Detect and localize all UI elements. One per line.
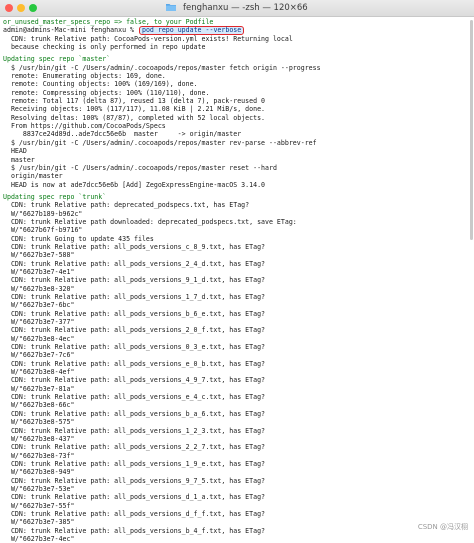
output-line: remote: Compressing objects: 100% (110/1… xyxy=(3,88,210,97)
output-line: Resolving deltas: 100% (87/87), complete… xyxy=(3,113,266,122)
output-line: $ /usr/bin/git -C /Users/admin/.cocoapod… xyxy=(3,63,321,72)
output-line: HEAD xyxy=(3,147,27,156)
output-line: From https://github.com/CocoaPods/Specs xyxy=(3,122,166,131)
output-line: W/"6627b3e7-53e" xyxy=(3,484,75,493)
output-line: W/"6627b3e8-949" xyxy=(3,468,75,477)
output-line: W/"6627b3e7-81a" xyxy=(3,384,75,393)
scrollbar[interactable] xyxy=(470,20,473,240)
output-line: remote: Enumerating objects: 169, done. xyxy=(3,72,166,81)
output-line: W/"6627b189-b962c" xyxy=(3,209,83,218)
section-heading-master: Updating spec repo `master` xyxy=(3,55,111,64)
output-line: W/"6627b3e7-55f" xyxy=(3,501,75,510)
output-line: W/"6627b3e8-4ef" xyxy=(3,368,75,377)
output-line: CDN: trunk Relative path downloaded: dep… xyxy=(3,217,297,226)
output-line: CDN: trunk Relative path: all_pods_versi… xyxy=(3,276,266,285)
output-line: $ /usr/bin/git -C /Users/admin/.cocoapod… xyxy=(3,138,317,147)
output-line: Receiving objects: 100% (117/117), 11.08… xyxy=(3,105,266,114)
output-line: W/"6627b3e8-73f" xyxy=(3,451,75,460)
output-line: $ /usr/bin/git -C /Users/admin/.cocoapod… xyxy=(3,163,277,172)
output-line: CDN: trunk Relative path: deprecated_pod… xyxy=(3,201,250,210)
terminal-output[interactable]: or_unused_master_specs_repo => false, to… xyxy=(0,17,474,543)
output-line: CDN: trunk Going to update 435 files xyxy=(3,234,154,243)
output-line: CDN: trunk Relative path: all_pods_versi… xyxy=(3,293,266,301)
output-line: W/"6627b3e8-66c" xyxy=(3,401,75,410)
output-line: W/"6627b3e7-385" xyxy=(3,518,75,527)
watermark: CSDN @冯汉栩 xyxy=(417,523,468,531)
output-line: W/"6627b3e8-437" xyxy=(3,434,75,443)
output-line: CDN: trunk Relative path: all_pods_versi… xyxy=(3,493,266,502)
output-line: W/"6627b3e8-320" xyxy=(3,284,75,293)
output-line: W/"6627b3e8-4ec" xyxy=(3,334,75,343)
output-line: CDN: trunk Relative path: all_pods_versi… xyxy=(3,343,266,352)
output-line: W/"6627b3e7-7c6" xyxy=(3,351,75,360)
output-line: W/"6627b3e7-6bc" xyxy=(3,301,75,310)
output-line: CDN: trunk Relative path: all_pods_versi… xyxy=(3,309,266,318)
output-line: CDN: trunk Relative path: all_pods_versi… xyxy=(3,409,266,418)
output-line: 8837ce24d89d..ade7dcc56e6b master -> ori… xyxy=(3,130,242,139)
previous-output-line: or_unused_master_specs_repo => false, to… xyxy=(3,18,214,26)
output-line: CDN: trunk Relative path: all_pods_versi… xyxy=(3,509,266,518)
folder-icon xyxy=(166,4,177,11)
output-line: CDN: trunk Relative path: all_pods_versi… xyxy=(3,359,266,368)
terminal-window: fenghanxu — -zsh — 120×66 or_unused_mast… xyxy=(0,0,474,543)
title-bar: fenghanxu — -zsh — 120×66 xyxy=(0,0,474,17)
output-line: W/"6627b3e7-4e1" xyxy=(3,267,75,276)
section-heading-trunk: Updating spec repo `trunk` xyxy=(3,192,107,201)
output-line: master xyxy=(3,155,35,164)
shell-prompt: admin@admins-Mac-mini fenghanxu % xyxy=(3,26,138,35)
output-line: CDN: trunk Relative path: all_pods_versi… xyxy=(3,242,266,251)
output-line: CDN: trunk Relative path: all_pods_versi… xyxy=(3,376,266,385)
output-line: CDN: trunk Relative path: all_pods_versi… xyxy=(3,259,266,268)
output-line: W/"6627b3e7-377" xyxy=(3,318,75,327)
command-line: admin@admins-Mac-mini fenghanxu % pod re… xyxy=(3,26,474,35)
output-line: CDN: trunk Relative path: CocoaPods-vers… xyxy=(3,34,293,43)
highlighted-command: pod repo update --verbose xyxy=(138,26,245,35)
output-line: W/"6627b67f-b9716" xyxy=(3,226,83,235)
output-line: CDN: trunk Relative path: all_pods_versi… xyxy=(3,476,266,485)
output-line: CDN: trunk Relative path: all_pods_versi… xyxy=(3,393,266,402)
window-title-area: fenghanxu — -zsh — 120×66 xyxy=(0,2,474,14)
output-line: CDN: trunk Relative path: all_pods_versi… xyxy=(3,326,266,335)
master-update-block: $ /usr/bin/git -C /Users/admin/.cocoapod… xyxy=(3,64,474,189)
output-line: remote: Counting objects: 100% (169/169)… xyxy=(3,80,198,89)
output-line: CDN: trunk Relative path: all_pods_versi… xyxy=(3,443,266,452)
output-line: CDN: trunk Relative path: all_pods_versi… xyxy=(3,426,266,435)
output-line: CDN: trunk Relative path: all_pods_versi… xyxy=(3,459,266,468)
output-line: HEAD is now at ade7dcc56e6b [Add] ZegoEx… xyxy=(3,180,266,189)
output-line: remote: Total 117 (delta 87), reused 13 … xyxy=(3,97,266,106)
trunk-update-block: CDN: trunk Relative path: deprecated_pod… xyxy=(3,201,474,543)
output-line: W/"6627b3e7-588" xyxy=(3,251,75,260)
output-line: W/"6627b3e7-4ec" xyxy=(3,534,75,543)
output-line: origin/master xyxy=(3,172,63,181)
output-line: because checking is only performed in re… xyxy=(3,43,206,52)
window-title: fenghanxu — -zsh — 120×66 xyxy=(182,3,308,13)
output-line: W/"6627b3e8-575" xyxy=(3,418,75,427)
cdn-notice-block: CDN: trunk Relative path: CocoaPods-vers… xyxy=(3,35,474,52)
